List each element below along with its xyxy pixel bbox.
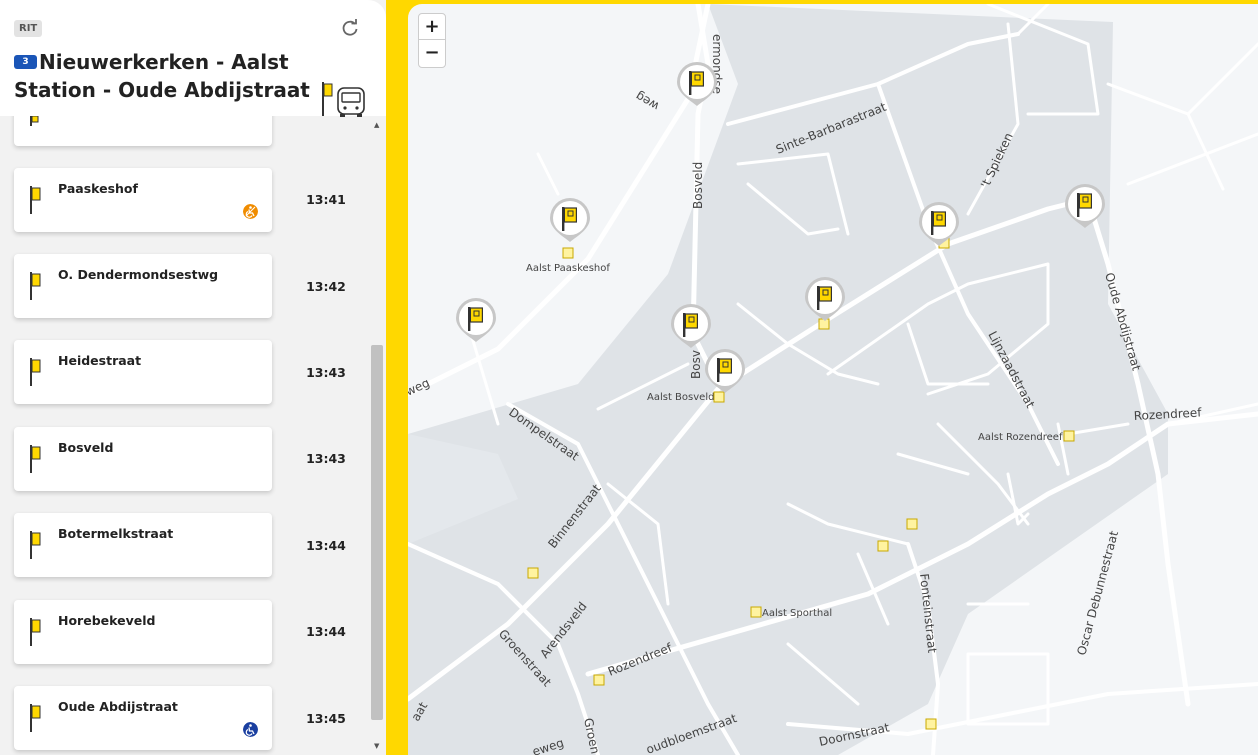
stop-label: Aalst Sporthal [762, 608, 832, 619]
stop-time: 13:43 [306, 365, 346, 380]
list-item[interactable]: Heidestraat [14, 340, 272, 404]
list-item[interactable]: O. Dendermondsestwg [14, 254, 272, 318]
stop-label: Aalst Rozendreef [978, 432, 1063, 443]
bus-stop-pole-icon [30, 116, 39, 126]
stop-name: O. Dendermondsestwg [58, 267, 219, 282]
zoom-out-button[interactable]: − [419, 40, 445, 66]
stop-time: 13:45 [306, 711, 346, 726]
bus-stop-pole-icon [30, 358, 41, 386]
map-pin-icon[interactable] [676, 61, 718, 107]
bus-stop-pole-icon [30, 445, 41, 473]
list-item[interactable]: Paaskeshof [14, 168, 272, 232]
route-title: Nieuwerkerken - Aalst Station - Oude Abd… [14, 50, 310, 102]
trip-tag: RIT [14, 20, 43, 37]
stop-list[interactable]: Paaskeshof 13:41 O. Dendermondsestwg 13:… [0, 116, 370, 755]
app: RIT 3 Nieuwerkerken - Aalst Station - Ou… [0, 0, 1258, 755]
stop-name: Heidestraat [58, 353, 142, 368]
stop-time: 13:41 [306, 192, 346, 207]
scrollbar-thumb[interactable] [371, 345, 383, 720]
bus-stop-icon [322, 82, 365, 117]
stop-time: 13:44 [306, 538, 346, 553]
map-pin-icon[interactable] [455, 297, 497, 343]
partial-accessibility-icon [243, 204, 258, 219]
stop-name: Paaskeshof [58, 181, 138, 196]
scroll-down-arrow-icon[interactable]: ▼ [374, 742, 379, 750]
map-canvas: ermondse weg Sinte-Barbarastraat 't Spie… [408, 4, 1258, 755]
stop-time: 13:44 [306, 624, 346, 639]
street-label: Bosv [689, 350, 703, 379]
street-label: weg [633, 89, 662, 114]
stop-name: Horebekeveld [58, 613, 156, 628]
map[interactable]: ermondse weg Sinte-Barbarastraat 't Spie… [408, 4, 1258, 755]
list-item[interactable]: Horebekeveld [14, 600, 272, 664]
list-item[interactable]: Bosveld [14, 427, 272, 491]
map-pin-icon[interactable] [549, 197, 591, 243]
stop-label: Aalst Bosveld [647, 392, 714, 403]
bus-stop-pole-icon [30, 272, 41, 300]
wheelchair-accessible-icon [243, 722, 258, 737]
stop-name: Bosveld [58, 440, 114, 455]
street-label: Bosveld [691, 162, 705, 209]
list-item[interactable]: Oude Abdijstraat [14, 686, 272, 750]
stop-label: Aalst Paaskeshof [526, 263, 610, 274]
street-label: weg [408, 376, 432, 399]
stop-name: Oude Abdijstraat [58, 699, 178, 714]
stop-time: 13:42 [306, 279, 346, 294]
bus-stop-pole-icon [30, 531, 41, 559]
bus-stop-pole-icon [30, 618, 41, 646]
list-item[interactable] [14, 116, 272, 146]
stop-time: 13:43 [306, 451, 346, 466]
zoom-control: + − [418, 13, 446, 68]
bus-stop-pole-icon [30, 186, 41, 214]
zoom-in-button[interactable]: + [419, 14, 445, 40]
street-label: Oscar Debunnestraat [1074, 529, 1121, 657]
bus-stop-pole-icon [30, 704, 41, 732]
stop-name: Botermelkstraat [58, 526, 174, 541]
refresh-icon[interactable] [340, 18, 360, 38]
list-item[interactable]: Botermelkstraat [14, 513, 272, 577]
panel-header: RIT 3 Nieuwerkerken - Aalst Station - Ou… [0, 0, 386, 117]
trip-panel: RIT 3 Nieuwerkerken - Aalst Station - Ou… [0, 0, 386, 755]
scroll-up-arrow-icon[interactable]: ▲ [374, 121, 379, 129]
